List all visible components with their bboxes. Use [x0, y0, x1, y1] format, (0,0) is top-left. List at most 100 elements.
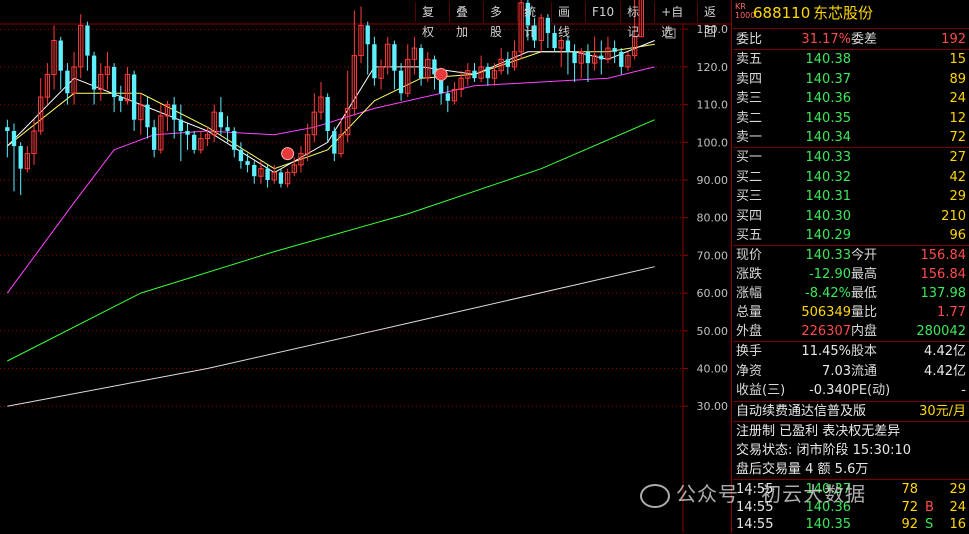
sell-level-price: 140.37 [805, 71, 852, 87]
buy-level-row: 买五 140.29 96 [733, 226, 969, 245]
candle-body [252, 164, 257, 177]
chart-toolbar: 复权 叠加 多股 统计 画线 F10 标记 +自选 返回 [415, 2, 731, 39]
quote-panel: KR 1000 688110 东芯股份 委比 31.17% 委差 192 卖五 14… [733, 0, 969, 533]
fin-row: 净资 7.03 流通 4.42亿 [733, 362, 969, 381]
multi-stock-button[interactable]: 多股 [483, 2, 517, 39]
sell-level-price: 140.38 [805, 52, 852, 67]
candle-body [612, 48, 617, 52]
candle-body [58, 40, 63, 71]
promo-text[interactable]: 自动续费通达信普及版 [736, 402, 866, 421]
buy-level-label: 买五 [736, 228, 763, 243]
stat-row: 外盘 226307 内盘 280042 [733, 322, 969, 341]
stat-label: 总量 [736, 305, 763, 320]
stat-label: 涨跌 [736, 267, 763, 282]
sell-level-row: 卖三 140.36 24 [733, 89, 969, 108]
kr-badge-top: KR [735, 2, 746, 11]
buy-level-volume: 29 [949, 189, 966, 204]
fin-value-2: 4.42亿 [924, 363, 966, 379]
watermark: 公众号 · 初云大数据 [640, 478, 866, 508]
stock-tags: 注册制 已盈利 表决权无差异 [736, 424, 901, 439]
f10-button[interactable]: F10 [585, 2, 620, 22]
kline-chart[interactable]: 140.0130.0120.0110.0100.090.0080.0070.00… [0, 0, 731, 533]
axis-tick-label: 100.0 [697, 136, 729, 149]
candle-body [332, 130, 337, 154]
fin-label: 净资 [736, 363, 763, 379]
stat-label: 现价 [736, 248, 763, 263]
stock-name: 东芯股份 [813, 4, 874, 22]
stat-label-2: 最高 [851, 267, 878, 282]
panel-divider [731, 0, 732, 533]
stock-header: KR 1000 688110 东芯股份 [733, 2, 969, 28]
tick-volume: 72 [901, 499, 918, 515]
candle-body [585, 51, 591, 64]
stat-value: 226307 [801, 324, 851, 339]
buy-level-row: 买一 140.33 27 [733, 148, 969, 167]
buy-level-price: 140.32 [805, 169, 852, 185]
stat-row: 总量 506349 量比 1.77 [733, 303, 969, 322]
sell-level-label: 卖五 [736, 52, 763, 67]
candle-body [599, 55, 604, 60]
fuquan-button[interactable]: 复权 [415, 2, 449, 39]
after-hours-row: 盘后交易量 4 额 5.6万 [733, 460, 969, 479]
stats-button[interactable]: 统计 [517, 2, 551, 39]
buy-level-label: 买三 [736, 189, 763, 204]
sell-level-row: 卖五 140.38 15 [733, 50, 969, 69]
tick-flag: B [925, 499, 934, 515]
sell-level-price: 140.36 [805, 91, 852, 106]
candle-body [131, 74, 137, 120]
buy-level-row: 买二 140.32 42 [733, 168, 969, 187]
candle-body [145, 104, 150, 128]
candle-body [185, 130, 190, 135]
fin-label: 收益(三) [736, 383, 786, 398]
sell-level-label: 卖三 [736, 91, 763, 106]
tick-flag: S [925, 517, 934, 532]
fin-value-2: 4.42亿 [924, 344, 966, 359]
fin-label-2: 股本 [851, 344, 878, 359]
ma5-line [6, 40, 655, 174]
candle-body [118, 97, 123, 101]
buy-level-price: 140.33 [805, 150, 852, 165]
draw-line-button[interactable]: 画线 [551, 2, 585, 39]
stat-label-2: 今开 [851, 248, 878, 263]
candle-body [5, 127, 10, 131]
stat-value-2: 156.84 [920, 248, 967, 263]
after-hours-volume: 盘后交易量 4 额 5.6万 [736, 462, 869, 477]
axis-tick-label: 120.0 [697, 61, 729, 74]
kline-svg[interactable]: 140.0130.0120.0110.0100.090.0080.0070.00… [0, 0, 731, 533]
stat-value-2: 280042 [916, 324, 966, 339]
order-diff-label: 委差 [851, 32, 878, 47]
ma60-line [7, 119, 655, 362]
buy-level-volume: 96 [949, 228, 966, 243]
buy-level-volume: 27 [949, 150, 966, 165]
candle-body [151, 127, 157, 150]
promo-row[interactable]: 自动续费通达信普及版 30元/月 [733, 402, 969, 421]
tick-count: 24 [949, 499, 966, 515]
stat-value: -8.42% [805, 286, 851, 301]
stat-label: 涨幅 [736, 286, 763, 301]
overlay-button[interactable]: 叠加 [449, 2, 483, 39]
sell-level-volume: 89 [949, 71, 966, 87]
fin-value: -0.340 [809, 383, 851, 398]
candle-body [372, 44, 377, 79]
stat-value: -12.90 [809, 267, 851, 282]
tick-volume: 92 [901, 517, 918, 532]
sell-level-price: 140.35 [805, 110, 852, 126]
order-diff-value: 192 [941, 32, 966, 47]
buy-level-price: 140.31 [805, 189, 852, 204]
stat-row: 涨幅 -8.42% 最低 137.98 [733, 284, 969, 303]
candle-body [192, 134, 197, 150]
add-watchlist-button[interactable]: +自选 [654, 2, 697, 39]
promo-price[interactable]: 30元/月 [919, 402, 966, 421]
tick-time: 14:55 [736, 517, 774, 532]
candle-body [552, 32, 557, 49]
ma120-line [7, 266, 655, 407]
tick-count: 16 [949, 517, 966, 532]
candle-body [245, 161, 250, 165]
candle-body [325, 97, 330, 131]
back-button[interactable]: 返回 [696, 2, 731, 39]
candle-body [392, 44, 397, 71]
candle-body [238, 149, 244, 162]
fin-row: 收益(三) -0.340 PE(动) - [733, 381, 969, 400]
mark-button[interactable]: 标记 [620, 2, 654, 39]
axis-tick-label: 110.0 [697, 99, 729, 112]
